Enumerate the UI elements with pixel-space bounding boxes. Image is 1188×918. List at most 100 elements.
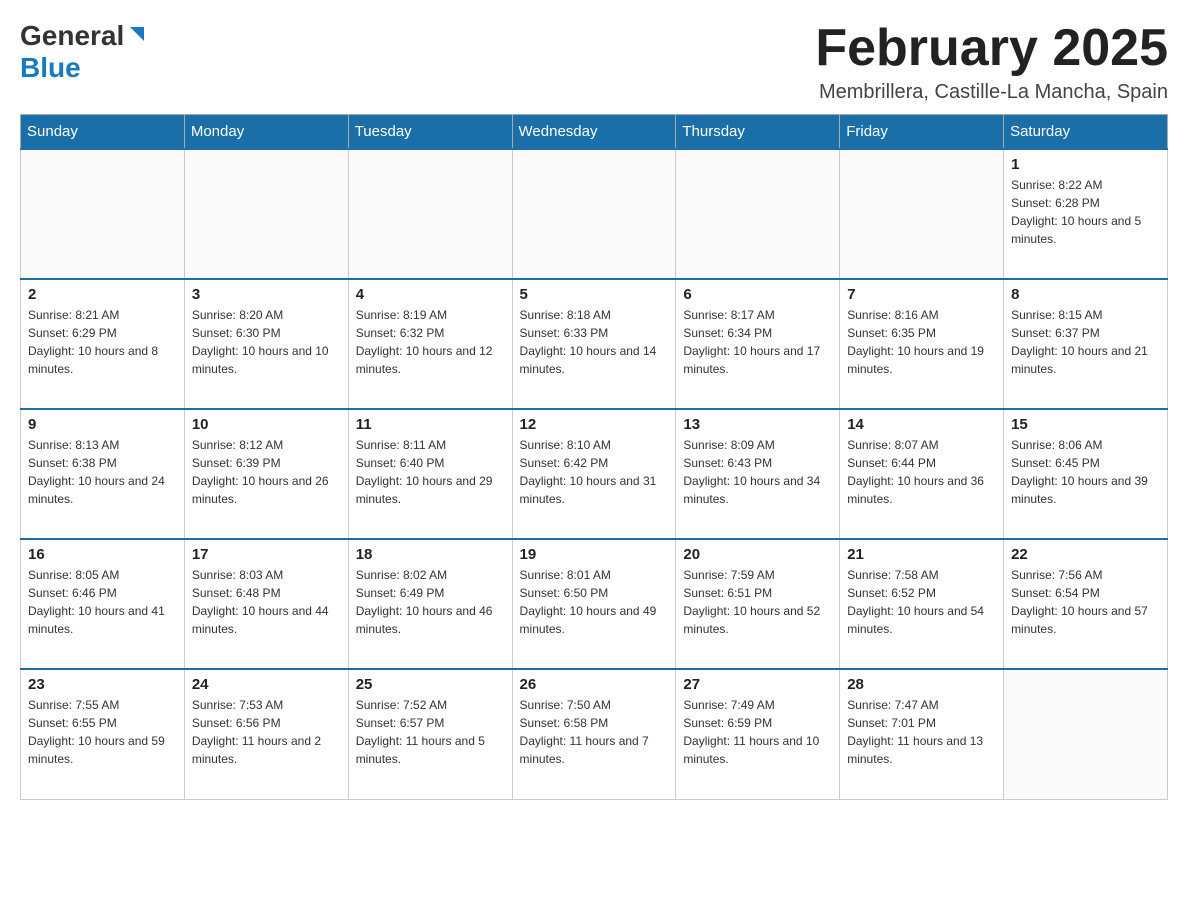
weekday-header-row: SundayMondayTuesdayWednesdayThursdayFrid… (21, 115, 1168, 150)
calendar-cell: 6 Sunrise: 8:17 AMSunset: 6:34 PMDaylight… (676, 279, 840, 409)
calendar-cell: 15 Sunrise: 8:06 AMSunset: 6:45 PMDayligh… (1004, 409, 1168, 539)
calendar-cell (348, 149, 512, 279)
calendar-cell (184, 149, 348, 279)
logo: General Blue (20, 20, 148, 84)
day-info: Sunrise: 7:56 AMSunset: 6:54 PMDaylight:… (1011, 566, 1160, 638)
calendar-cell: 4Sunrise: 8:19 AMSunset: 6:32 PMDaylight… (348, 279, 512, 409)
week-row-2: 2 Sunrise: 8:21 AMSunset: 6:29 PMDaylight… (21, 279, 1168, 409)
calendar-cell: 14Sunrise: 8:07 AMSunset: 6:44 PMDayligh… (840, 409, 1004, 539)
day-number: 28 (847, 676, 996, 693)
day-number: 16 (28, 546, 177, 563)
day-info: Sunrise: 8:02 AMSunset: 6:49 PMDaylight:… (356, 566, 505, 638)
day-number: 14 (847, 416, 996, 433)
day-number: 6 (683, 286, 832, 303)
calendar-cell (840, 149, 1004, 279)
weekday-header-wednesday: Wednesday (512, 115, 676, 150)
day-info: Sunrise: 8:03 AMSunset: 6:48 PMDaylight:… (192, 566, 341, 638)
day-info: Sunrise: 8:12 AMSunset: 6:39 PMDaylight:… (192, 436, 341, 508)
weekday-header-friday: Friday (840, 115, 1004, 150)
day-info: Sunrise: 7:58 AMSunset: 6:52 PMDaylight:… (847, 566, 996, 638)
calendar-cell: 20 Sunrise: 7:59 AMSunset: 6:51 PMDayligh… (676, 539, 840, 669)
calendar-cell: 12 Sunrise: 8:10 AMSunset: 6:42 PMDayligh… (512, 409, 676, 539)
calendar-cell (512, 149, 676, 279)
day-number: 11 (356, 416, 505, 433)
day-number: 17 (192, 546, 341, 563)
weekday-header-saturday: Saturday (1004, 115, 1168, 150)
day-info: Sunrise: 8:13 AMSunset: 6:38 PMDaylight:… (28, 436, 177, 508)
month-title: February 2025 (815, 20, 1168, 77)
day-number: 7 (847, 286, 996, 303)
day-number: 20 (683, 546, 832, 563)
calendar-cell (1004, 669, 1168, 799)
page-header: General Blue February 2025 Membrillera, … (20, 20, 1168, 104)
day-info: Sunrise: 8:15 AMSunset: 6:37 PMDaylight:… (1011, 306, 1160, 378)
weekday-header-tuesday: Tuesday (348, 115, 512, 150)
day-number: 2 (28, 286, 177, 303)
calendar-cell (676, 149, 840, 279)
day-info: Sunrise: 7:53 AMSunset: 6:56 PMDaylight:… (192, 696, 341, 768)
week-row-1: 1Sunrise: 8:22 AMSunset: 6:28 PMDaylight… (21, 149, 1168, 279)
calendar-cell: 18 Sunrise: 8:02 AMSunset: 6:49 PMDayligh… (348, 539, 512, 669)
day-number: 26 (520, 676, 669, 693)
day-number: 19 (520, 546, 669, 563)
logo-general: General (20, 20, 124, 52)
day-number: 4 (356, 286, 505, 303)
logo-blue: Blue (20, 52, 81, 83)
calendar-cell: 11 Sunrise: 8:11 AMSunset: 6:40 PMDayligh… (348, 409, 512, 539)
day-info: Sunrise: 7:52 AMSunset: 6:57 PMDaylight:… (356, 696, 505, 768)
calendar-cell (21, 149, 185, 279)
calendar-cell: 24 Sunrise: 7:53 AMSunset: 6:56 PMDayligh… (184, 669, 348, 799)
day-info: Sunrise: 8:18 AMSunset: 6:33 PMDaylight:… (520, 306, 669, 378)
calendar-cell: 17 Sunrise: 8:03 AMSunset: 6:48 PMDayligh… (184, 539, 348, 669)
day-info: Sunrise: 8:11 AMSunset: 6:40 PMDaylight:… (356, 436, 505, 508)
day-number: 8 (1011, 286, 1160, 303)
calendar-cell: 9 Sunrise: 8:13 AMSunset: 6:38 PMDaylight… (21, 409, 185, 539)
location-subtitle: Membrillera, Castille-La Mancha, Spain (815, 81, 1168, 104)
day-number: 15 (1011, 416, 1160, 433)
day-number: 3 (192, 286, 341, 303)
day-info: Sunrise: 8:05 AMSunset: 6:46 PMDaylight:… (28, 566, 177, 638)
calendar-cell: 8 Sunrise: 8:15 AMSunset: 6:37 PMDaylight… (1004, 279, 1168, 409)
day-info: Sunrise: 8:17 AMSunset: 6:34 PMDaylight:… (683, 306, 832, 378)
day-number: 25 (356, 676, 505, 693)
calendar-cell: 16 Sunrise: 8:05 AMSunset: 6:46 PMDayligh… (21, 539, 185, 669)
day-info: Sunrise: 7:59 AMSunset: 6:51 PMDaylight:… (683, 566, 832, 638)
day-number: 18 (356, 546, 505, 563)
week-row-5: 23Sunrise: 7:55 AMSunset: 6:55 PMDayligh… (21, 669, 1168, 799)
calendar-cell: 10 Sunrise: 8:12 AMSunset: 6:39 PMDayligh… (184, 409, 348, 539)
day-number: 22 (1011, 546, 1160, 563)
day-number: 10 (192, 416, 341, 433)
day-number: 24 (192, 676, 341, 693)
day-info: Sunrise: 8:01 AMSunset: 6:50 PMDaylight:… (520, 566, 669, 638)
calendar-table: SundayMondayTuesdayWednesdayThursdayFrid… (20, 114, 1168, 800)
day-info: Sunrise: 7:50 AMSunset: 6:58 PMDaylight:… (520, 696, 669, 768)
day-info: Sunrise: 8:21 AMSunset: 6:29 PMDaylight:… (28, 306, 177, 378)
week-row-3: 9 Sunrise: 8:13 AMSunset: 6:38 PMDaylight… (21, 409, 1168, 539)
calendar-cell: 1Sunrise: 8:22 AMSunset: 6:28 PMDaylight… (1004, 149, 1168, 279)
calendar-cell: 19 Sunrise: 8:01 AMSunset: 6:50 PMDayligh… (512, 539, 676, 669)
week-row-4: 16 Sunrise: 8:05 AMSunset: 6:46 PMDayligh… (21, 539, 1168, 669)
day-info: Sunrise: 8:10 AMSunset: 6:42 PMDaylight:… (520, 436, 669, 508)
logo-triangle-icon (126, 23, 148, 45)
day-number: 21 (847, 546, 996, 563)
calendar-cell: 21 Sunrise: 7:58 AMSunset: 6:52 PMDayligh… (840, 539, 1004, 669)
calendar-cell: 27 Sunrise: 7:49 AMSunset: 6:59 PMDayligh… (676, 669, 840, 799)
calendar-cell: 28Sunrise: 7:47 AMSunset: 7:01 PMDayligh… (840, 669, 1004, 799)
day-number: 1 (1011, 156, 1160, 173)
day-info: Sunrise: 8:09 AMSunset: 6:43 PMDaylight:… (683, 436, 832, 508)
day-info: Sunrise: 8:06 AMSunset: 6:45 PMDaylight:… (1011, 436, 1160, 508)
day-number: 9 (28, 416, 177, 433)
weekday-header-monday: Monday (184, 115, 348, 150)
calendar-cell: 25 Sunrise: 7:52 AMSunset: 6:57 PMDayligh… (348, 669, 512, 799)
calendar-cell: 13 Sunrise: 8:09 AMSunset: 6:43 PMDayligh… (676, 409, 840, 539)
day-number: 27 (683, 676, 832, 693)
day-info: Sunrise: 8:20 AMSunset: 6:30 PMDaylight:… (192, 306, 341, 378)
day-number: 23 (28, 676, 177, 693)
calendar-cell: 23Sunrise: 7:55 AMSunset: 6:55 PMDayligh… (21, 669, 185, 799)
calendar-cell: 7 Sunrise: 8:16 AMSunset: 6:35 PMDaylight… (840, 279, 1004, 409)
day-info: Sunrise: 8:16 AMSunset: 6:35 PMDaylight:… (847, 306, 996, 378)
day-number: 12 (520, 416, 669, 433)
weekday-header-thursday: Thursday (676, 115, 840, 150)
day-info: Sunrise: 7:49 AMSunset: 6:59 PMDaylight:… (683, 696, 832, 768)
day-number: 13 (683, 416, 832, 433)
